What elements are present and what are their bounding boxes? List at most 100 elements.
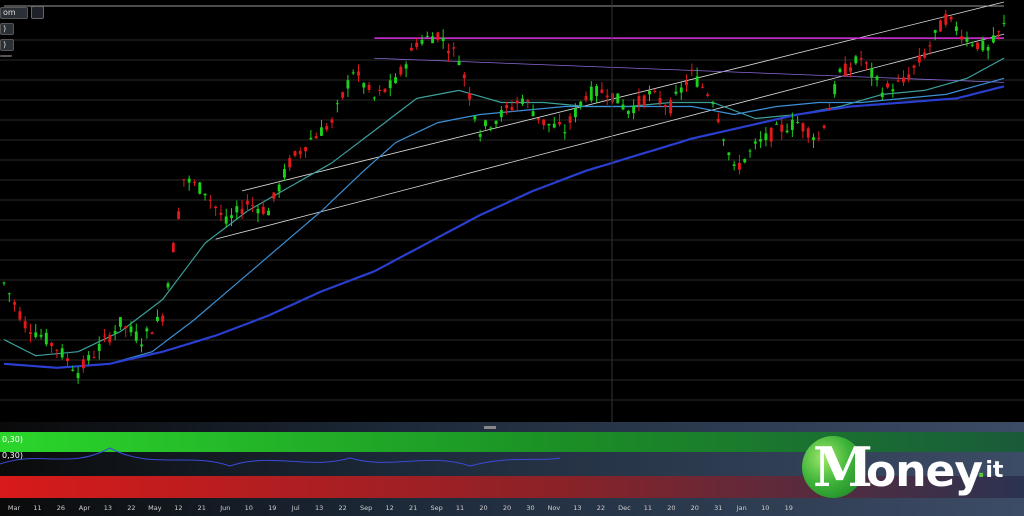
candle-body: [859, 58, 863, 60]
candle-body: [446, 50, 450, 54]
expand-icon[interactable]: [31, 6, 44, 19]
candle-body: [748, 150, 752, 152]
candle-body: [298, 150, 302, 155]
x-tick-label: Mar: [8, 504, 21, 512]
candle-body: [267, 210, 270, 216]
candle-body: [103, 335, 106, 337]
candle-body: [245, 200, 249, 205]
candle-body: [18, 311, 22, 320]
candle-body: [817, 137, 821, 139]
candle-body: [484, 120, 487, 127]
candle-body: [621, 104, 625, 110]
candle-body: [706, 94, 710, 96]
candle-body: [976, 42, 979, 50]
candle-body: [198, 182, 202, 194]
candle-body: [357, 71, 360, 76]
candle-body: [29, 332, 32, 334]
candle-body: [50, 342, 54, 347]
candle-body: [801, 123, 805, 132]
candle-body: [679, 87, 683, 93]
candle-body: [531, 111, 535, 117]
candle-body: [568, 116, 572, 123]
candle-body: [230, 215, 233, 219]
trendline: [241, 1, 1005, 192]
candle-body: [949, 16, 953, 20]
candle-body: [759, 139, 763, 142]
candle-body: [378, 89, 382, 91]
candle-body: [515, 100, 519, 104]
candle-body: [605, 95, 609, 98]
candle-body: [473, 116, 477, 120]
candle-body: [991, 35, 995, 43]
candle-body: [388, 80, 392, 89]
side-button-2-label: ): [3, 24, 7, 33]
candle-body: [542, 119, 546, 126]
candle-body: [891, 89, 895, 92]
candle-body: [113, 331, 117, 334]
candle-body: [399, 66, 403, 75]
candle-body: [409, 47, 413, 51]
candle-body: [669, 100, 673, 114]
candle-body: [335, 103, 339, 105]
candle-body: [595, 86, 599, 97]
zoom-label: om: [3, 8, 16, 17]
candle-body: [997, 31, 1001, 33]
candle-body: [843, 63, 847, 77]
candle-body: [1002, 22, 1006, 24]
candle-body: [13, 302, 17, 305]
candle-body: [304, 147, 308, 152]
moving-averages: [3, 57, 1005, 369]
x-tick-label: 12: [385, 504, 393, 512]
candle-body: [880, 92, 884, 98]
side-button-4[interactable]: [0, 55, 12, 57]
candle-body: [642, 95, 646, 106]
side-button-2[interactable]: ): [0, 23, 14, 35]
candle-body: [346, 80, 350, 89]
candle-body: [960, 36, 964, 40]
candle-body: [145, 328, 149, 332]
candle-body: [436, 32, 440, 40]
x-tick-label: 21: [198, 504, 206, 512]
side-button-3[interactable]: ): [0, 39, 14, 51]
candle-body: [738, 162, 741, 170]
candle-body: [833, 84, 837, 95]
logo-domain: it: [985, 458, 1004, 483]
candle-body: [277, 184, 281, 192]
candle-body: [600, 89, 604, 93]
candle-body: [203, 193, 207, 196]
candle-body: [573, 108, 577, 118]
trendline: [215, 33, 1005, 240]
candle-body: [155, 316, 159, 322]
candle-body: [579, 101, 583, 106]
candle-body: [431, 36, 435, 44]
candle-body: [912, 65, 916, 68]
candle-body: [764, 133, 768, 141]
candle-body: [637, 96, 641, 106]
candle-body: [457, 60, 461, 66]
x-tick-label: 19: [268, 504, 276, 512]
candle-body: [552, 123, 556, 128]
candle-body: [309, 137, 313, 140]
candle-body: [489, 127, 493, 129]
x-tick-label: May: [148, 504, 162, 512]
candle-body: [939, 20, 942, 32]
zoom-button[interactable]: om: [0, 7, 28, 19]
money-logo: M oney .it: [802, 436, 1012, 506]
x-tick-label: Nov: [548, 504, 561, 512]
candle-body: [584, 96, 588, 101]
chart-grid: [0, 39, 1024, 401]
candle-body: [616, 93, 620, 104]
candle-body: [177, 211, 181, 219]
moving-average-line: [3, 85, 1005, 369]
candle-body: [626, 110, 630, 114]
candle-body: [870, 68, 874, 78]
candle-body: [81, 359, 85, 369]
x-tick-label: 11: [456, 504, 464, 512]
candle-body: [468, 93, 472, 100]
panel-resize-handle[interactable]: [484, 426, 496, 429]
candle-body: [124, 326, 128, 329]
candle-body: [732, 164, 736, 167]
x-tick-label: 22: [127, 504, 135, 512]
candle-body: [66, 358, 69, 362]
candle-body: [394, 77, 397, 84]
